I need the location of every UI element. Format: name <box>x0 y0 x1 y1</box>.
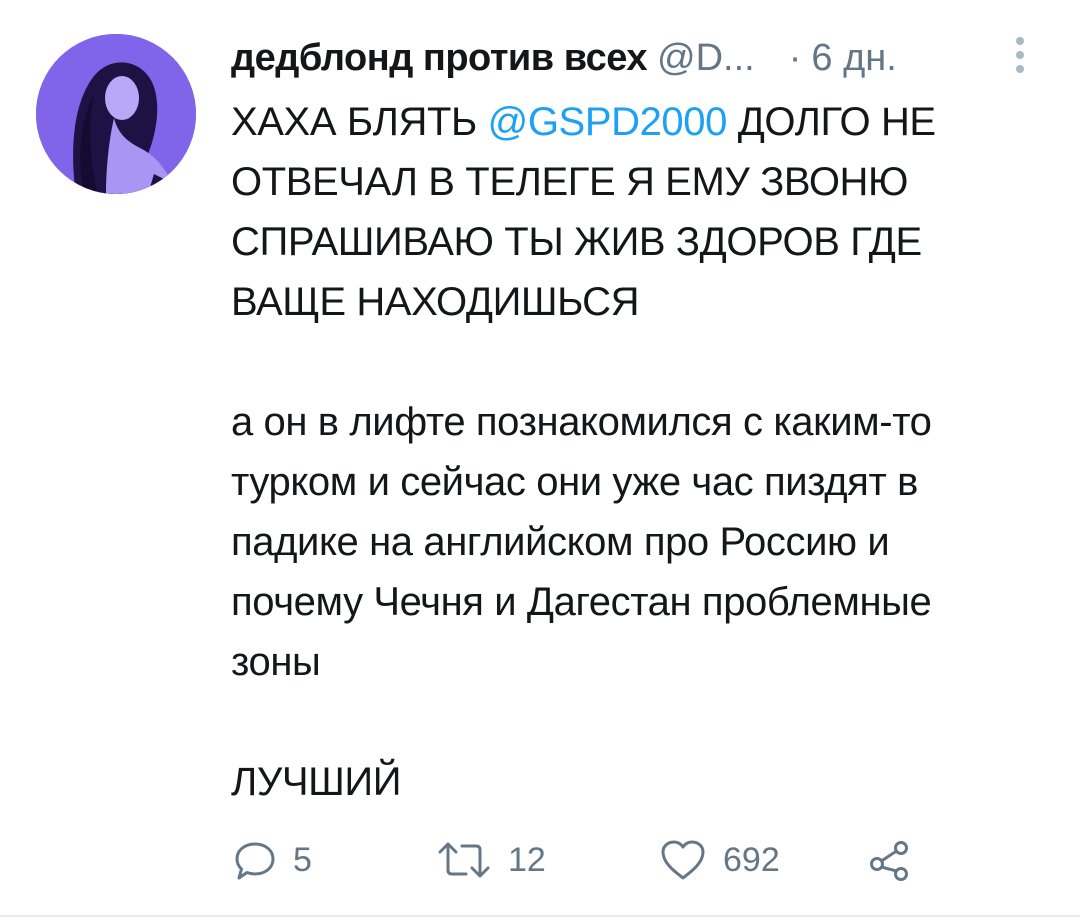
heart-icon <box>659 838 707 882</box>
divider <box>0 915 1080 917</box>
tweet-text-prefix: ХАХА БЛЯТЬ <box>231 100 488 144</box>
retweet-icon <box>436 838 492 882</box>
share-button[interactable] <box>867 830 915 890</box>
tweet-actions: 5 12 692 <box>231 830 931 890</box>
separator-dot: · <box>788 37 802 79</box>
tweet[interactable]: дедблонд против всех @D... · 6 дн. ХАХА … <box>0 0 1080 922</box>
like-count: 692 <box>723 840 780 879</box>
tweet-paragraph-1: ХАХА БЛЯТЬ @GSPD2000 ДОЛГО НЕ ОТВЕЧАЛ В … <box>231 92 1021 332</box>
timestamp[interactable]: 6 дн. <box>811 30 896 86</box>
reply-count: 5 <box>293 840 312 879</box>
reply-icon <box>233 838 277 882</box>
retweet-count: 12 <box>508 840 546 879</box>
like-button[interactable]: 692 <box>659 830 780 890</box>
user-handle[interactable]: @D... <box>657 30 755 86</box>
more-vertical-icon[interactable] <box>1010 34 1030 78</box>
reply-button[interactable]: 5 <box>233 830 312 890</box>
retweet-button[interactable]: 12 <box>436 830 546 890</box>
tweet-header: дедблонд против всех @D... · 6 дн. <box>231 30 897 86</box>
tweet-text: ХАХА БЛЯТЬ @GSPD2000 ДОЛГО НЕ ОТВЕЧАЛ В … <box>231 92 1021 812</box>
tweet-paragraph-3: ЛУЧШИЙ <box>231 760 402 804</box>
mention-link[interactable]: @GSPD2000 <box>488 100 728 144</box>
avatar[interactable] <box>36 34 196 194</box>
share-icon <box>867 838 915 882</box>
tweet-paragraph-2: а он в лифте познакомился с каким-то тур… <box>231 400 932 684</box>
display-name[interactable]: дедблонд против всех <box>231 30 648 86</box>
